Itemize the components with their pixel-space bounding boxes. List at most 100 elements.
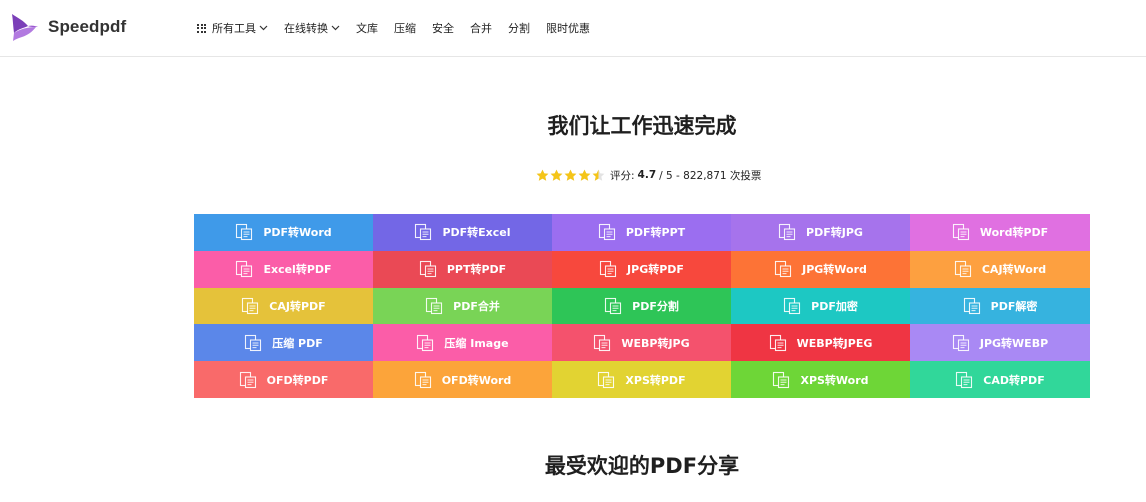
compress-pdf-icon: [245, 334, 262, 351]
nav-item-label: 在线转换: [284, 22, 328, 35]
excel-to-pdf-icon: [236, 261, 253, 278]
tool-grid: PDF转Word PDF转Excel PDF转PPT PDF转JPG Word转PDF E…: [194, 214, 1090, 398]
rating-prefix: 评分:: [610, 169, 635, 182]
brand-logo[interactable]: Speedpdf: [8, 12, 126, 42]
tool-tile[interactable]: PDF转Excel: [373, 214, 552, 251]
tool-tile-label: Word转PDF: [979, 226, 1049, 240]
pdf-decrypt-icon: [963, 297, 980, 315]
section-title: 最受欢迎的PDF分享: [544, 454, 740, 478]
tool-tile-label: WEBP转JPG: [621, 336, 690, 350]
tool-tile-label: PDF分割: [632, 299, 679, 313]
tool-tile[interactable]: PDF合并: [373, 287, 552, 325]
tool-tile-label: 压缩 PDF: [272, 336, 323, 350]
xps-to-pdf-icon: [598, 371, 615, 388]
tool-tile[interactable]: PPT转PDF: [373, 250, 552, 288]
tool-tile-label: PDF合并: [453, 299, 500, 313]
nav-item-merge[interactable]: 合并: [470, 20, 492, 36]
pdf-merge-icon: [426, 297, 443, 315]
tool-tile[interactable]: Excel转PDF: [194, 250, 373, 288]
star-half-icon: [592, 169, 605, 181]
nav-item-online-convert[interactable]: 在线转换: [284, 20, 340, 36]
rating-votes: / 5 - 822,871 次投票: [659, 169, 762, 182]
tool-tile[interactable]: PDF转JPG: [731, 214, 910, 251]
tool-tile[interactable]: OFD转Word: [373, 361, 552, 398]
tool-tile[interactable]: PDF解密: [910, 287, 1090, 325]
tool-tile-label: PPT转PDF: [446, 263, 507, 277]
rating-stars: [536, 169, 606, 182]
nav-item-split[interactable]: 分割: [508, 20, 530, 36]
pdf-to-ppt-icon: [598, 224, 615, 241]
tool-tile[interactable]: WEBP转JPEG: [731, 324, 910, 362]
tool-tile[interactable]: PDF加密: [731, 287, 910, 325]
star-full-icon: [536, 169, 549, 181]
nav-item-all-tools[interactable]: 所有工具: [197, 20, 268, 36]
pdf-to-jpg-icon: [778, 224, 796, 241]
star-full-icon: [578, 169, 591, 181]
tool-tile[interactable]: PDF转Word: [194, 214, 373, 251]
tool-tile-label: JPG转WEBP: [979, 336, 1049, 350]
jpg-to-webp-icon: [952, 334, 969, 351]
tool-tile-label: 压缩 Image: [444, 336, 509, 350]
tool-tile-label: PDF加密: [811, 299, 858, 313]
tool-tile[interactable]: CAJ转Word: [910, 250, 1090, 288]
tool-tile-label: JPG转PDF: [627, 263, 684, 277]
tool-tile-label: PDF解密: [990, 299, 1038, 313]
tool-tile-label: PDF转JPG: [806, 226, 863, 240]
nav-item-promotion[interactable]: 限时优惠: [546, 20, 590, 36]
star-full-icon: [550, 169, 563, 181]
tool-tile-label: PDF转Excel: [442, 226, 511, 240]
webp-to-jpg-icon: [594, 334, 611, 351]
nav-item-label: 所有工具: [212, 22, 256, 35]
nav-item-compress[interactable]: 压缩: [394, 20, 416, 36]
tool-tile[interactable]: PDF分割: [552, 287, 731, 325]
tool-tile-label: XPS转PDF: [625, 373, 686, 387]
tool-tile-label: JPG转Word: [802, 263, 867, 277]
tool-tile-label: OFD转Word: [441, 373, 512, 387]
tool-tile[interactable]: 压缩 Image: [373, 324, 552, 362]
cad-to-pdf-icon: [956, 371, 973, 388]
tool-tile[interactable]: JPG转PDF: [552, 250, 731, 288]
tool-tile-label: XPS转Word: [800, 373, 869, 387]
tool-tile[interactable]: XPS转PDF: [552, 361, 731, 398]
nav-item-library[interactable]: 文库: [356, 20, 378, 36]
webp-to-jpeg-icon: [769, 334, 786, 351]
top-header: Speedpdf 所有工具 在线转换 文库 压缩 安全 合并 分割 限时优惠: [0, 0, 1146, 57]
grid-menu-icon: [197, 23, 206, 33]
speedpdf-logo-icon: [12, 14, 38, 41]
tool-tile-label: CAD转PDF: [983, 373, 1045, 387]
jpg-to-word-icon: [775, 261, 792, 278]
star-full-icon: [564, 169, 577, 181]
tool-tile[interactable]: Word转PDF: [910, 214, 1090, 251]
ofd-to-word-icon: [414, 371, 431, 388]
pdf-to-excel-icon: [415, 224, 432, 241]
tool-tile-label: CAJ转PDF: [269, 299, 326, 313]
nav-item-security[interactable]: 安全: [432, 20, 454, 36]
chevron-down-icon: [331, 25, 340, 31]
rating-bar: 评分: 4.7 / 5 - 822,871 次投票: [536, 167, 761, 183]
xps-to-word-icon: [773, 371, 790, 388]
tool-tile[interactable]: XPS转Word: [731, 361, 910, 398]
tool-tile-label: Excel转PDF: [263, 263, 332, 277]
tool-tile[interactable]: WEBP转JPG: [552, 324, 731, 362]
word-to-pdf-icon: [952, 224, 969, 241]
tool-tile[interactable]: CAJ转PDF: [194, 287, 373, 325]
compress-image-icon: [417, 334, 434, 351]
tool-tile-label: PDF转Word: [263, 226, 332, 240]
pdf-split-icon: [605, 297, 622, 315]
tool-tile-label: CAJ转Word: [981, 263, 1047, 277]
tool-tile[interactable]: PDF转PPT: [552, 214, 731, 251]
tool-tile[interactable]: JPG转WEBP: [910, 324, 1090, 362]
tool-tile-label: OFD转PDF: [266, 373, 329, 387]
rating-score: 4.7: [637, 169, 657, 181]
brand-name: Speedpdf: [48, 17, 127, 36]
tool-tile[interactable]: OFD转PDF: [194, 361, 373, 398]
tool-tile[interactable]: CAD转PDF: [910, 361, 1090, 398]
pdf-encrypt-icon: [784, 297, 801, 315]
jpg-to-pdf-icon: [599, 261, 617, 278]
tool-tile-label: PDF转PPT: [625, 226, 686, 240]
tool-tile[interactable]: 压缩 PDF: [194, 324, 373, 362]
ppt-to-pdf-icon: [419, 261, 436, 278]
tool-tile[interactable]: JPG转Word: [731, 250, 910, 288]
chevron-down-icon: [259, 25, 268, 31]
ofd-to-pdf-icon: [239, 371, 256, 388]
